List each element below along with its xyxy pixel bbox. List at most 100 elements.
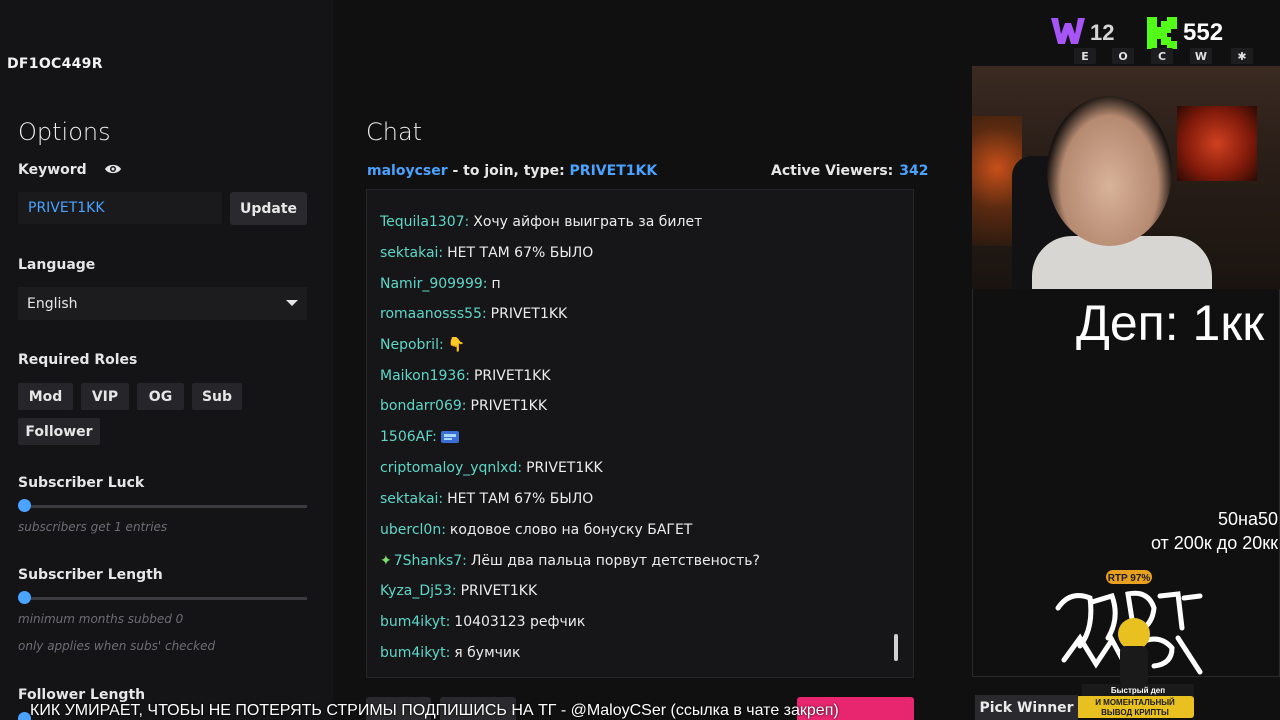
- chat-title: Chat: [366, 118, 423, 146]
- channel-code: DF1OC449R: [7, 56, 103, 72]
- nav-letter-c[interactable]: C: [1151, 48, 1173, 64]
- chat-username[interactable]: 1506AF:: [380, 429, 437, 445]
- logo-line-2: И МОМЕНТАЛЬНЫЙ: [1095, 698, 1175, 707]
- chat-text: PRIVET1KK: [490, 306, 568, 322]
- chat-username[interactable]: criptomaloy_yqnlxd:: [380, 460, 522, 476]
- subscriber-length-hint-2: only applies when subs' checked: [18, 639, 216, 653]
- chat-message: Kyza_Dj53: PRIVET1KK: [380, 583, 537, 599]
- chat-text: НЕТ ТАМ 67% БЫЛО: [447, 245, 594, 261]
- subscriber-luck-label: Subscriber Luck: [18, 475, 145, 491]
- role-mod-button[interactable]: Mod: [18, 383, 73, 410]
- chat-box[interactable]: Tequila1307: Хочу айфон выиграть за билет…: [366, 189, 914, 678]
- chat-message: ✦ 7Shanks7: Лёш два пальца порвут детствен…: [380, 553, 760, 569]
- nav-letter-e[interactable]: E: [1074, 48, 1096, 64]
- subscriber-luck-slider[interactable]: [24, 505, 307, 508]
- keyword-label: Keyword: [18, 162, 87, 178]
- chat-username[interactable]: bum4ikyt:: [380, 614, 450, 630]
- fireplace-screen: [1177, 106, 1257, 181]
- chat-message: Nepobril: 👇: [380, 337, 465, 353]
- k-count: 552: [1183, 19, 1224, 46]
- subscriber-luck-thumb[interactable]: [18, 499, 31, 512]
- keyword-input[interactable]: [18, 192, 222, 224]
- chat-message: Maikon1936: PRIVET1KK: [380, 368, 551, 384]
- chat-message: bum4ikyt: 10403123 рефчик: [380, 614, 585, 630]
- chat-message: bum4ikyt: я бумчик: [380, 645, 520, 661]
- streamer-face: [1047, 96, 1172, 246]
- chat-text: PRIVET1KK: [470, 398, 548, 414]
- chat-username[interactable]: Tequila1307:: [380, 214, 469, 230]
- required-roles-label: Required Roles: [18, 352, 138, 368]
- chat-text: Лёш два пальца порвут детственость?: [470, 553, 760, 569]
- eye-icon[interactable]: [104, 162, 122, 176]
- update-button[interactable]: Update: [230, 192, 307, 225]
- chat-username[interactable]: sektakai:: [380, 491, 443, 507]
- deposit-overlay-text: Деп: 1кк: [1076, 295, 1265, 351]
- viewers-label: Active Viewers:: [771, 163, 894, 179]
- nav-letter-w[interactable]: W: [1190, 48, 1212, 64]
- w-count: 12: [1090, 20, 1115, 45]
- subscriber-length-thumb[interactable]: [18, 591, 31, 604]
- chat-message: sektakai: НЕТ ТАМ 67% БЫЛО: [380, 245, 593, 261]
- language-select[interactable]: English: [18, 287, 307, 320]
- chat-text: PRIVET1KK: [526, 460, 603, 476]
- chat-text: 10403123 рефчик: [454, 614, 586, 630]
- chat-message: bondarr069: PRIVET1KK: [380, 398, 547, 414]
- chat-username[interactable]: Nepobril:: [380, 337, 444, 353]
- join-keyword: PRIVET1KK: [569, 163, 658, 179]
- role-sub-button[interactable]: Sub: [192, 383, 242, 410]
- chat-text: PRIVET1KK: [460, 583, 538, 599]
- options-title: Options: [18, 118, 111, 146]
- ticker-text: КИК УМИРАЕТ, ЧТОБЫ НЕ ПОТЕРЯТЬ СТРИМЫ ПО…: [30, 702, 839, 719]
- promo-line-2: от 200к до 20кк: [1150, 533, 1278, 553]
- chat-text: НЕТ ТАМ 67% БЫЛО: [447, 491, 594, 507]
- chat-username[interactable]: bondarr069:: [380, 398, 467, 414]
- streamer-name[interactable]: maloycser: [367, 163, 448, 179]
- emote-icon: [440, 431, 459, 443]
- promo-line-1: 50на50: [1218, 509, 1278, 529]
- role-follower-button[interactable]: Follower: [18, 418, 100, 445]
- nav-star-icon[interactable]: ✱: [1231, 48, 1253, 64]
- w-logo-icon: [1051, 18, 1085, 44]
- chat-message: ubercl0n: кодовое слово на бонуску БАГЕТ: [380, 522, 692, 538]
- logo-line-3: ВЫВОД КРИПТЫ: [1101, 708, 1169, 717]
- follower-length-label: Follower Length: [18, 687, 146, 703]
- chat-username[interactable]: romaanosss55:: [380, 306, 487, 322]
- chat-username[interactable]: Namir_909999:: [380, 276, 488, 292]
- chat-username[interactable]: Maikon1936:: [380, 368, 470, 384]
- subscriber-luck-hint: subscribers get 1 entries: [18, 520, 168, 534]
- active-viewers: Active Viewers: 342: [771, 163, 929, 179]
- chat-text: 👇: [447, 337, 466, 353]
- chat-username[interactable]: sektakai:: [380, 245, 443, 261]
- chat-text: Хочу айфон выиграть за билет: [473, 214, 703, 230]
- role-og-button[interactable]: OG: [137, 383, 184, 410]
- chat-message: criptomaloy_yqnlxd: PRIVET1KK: [380, 460, 603, 476]
- logo-rtp: RTP 97%: [1108, 573, 1151, 584]
- nav-letter-o[interactable]: O: [1112, 48, 1134, 64]
- chat-text: кодовое слово на бонуску БАГЕТ: [449, 522, 693, 538]
- language-value: English: [27, 295, 78, 312]
- language-label: Language: [18, 257, 96, 273]
- chat-text: я бумчик: [454, 645, 521, 661]
- chat-scrollbar[interactable]: [894, 634, 898, 661]
- chat-message: romaanosss55: PRIVET1KK: [380, 306, 567, 322]
- chat-username[interactable]: 7Shanks7:: [394, 553, 467, 569]
- pick-winner-button[interactable]: Pick Winner: [975, 695, 1078, 720]
- chat-message: 1506AF:: [380, 429, 459, 445]
- sparkle-icon: ✦: [380, 553, 392, 569]
- role-vip-button[interactable]: VIP: [81, 383, 129, 410]
- viewers-count: 342: [899, 163, 929, 179]
- kick-logo-icon: [1147, 17, 1177, 49]
- chat-message: sektakai: НЕТ ТАМ 67% БЫЛО: [380, 491, 593, 507]
- join-text: - to join, type:: [447, 163, 570, 179]
- subscriber-length-label: Subscriber Length: [18, 567, 163, 583]
- chevron-down-icon: [286, 300, 298, 306]
- chat-message: Tequila1307: Хочу айфон выиграть за билет: [380, 214, 702, 230]
- subscriber-length-slider[interactable]: [24, 597, 307, 600]
- chat-text: PRIVET1KK: [473, 368, 551, 384]
- chat-text: п: [491, 276, 501, 292]
- chat-username[interactable]: bum4ikyt:: [380, 645, 450, 661]
- chat-message: Namir_909999: п: [380, 276, 501, 292]
- chat-username[interactable]: Kyza_Dj53:: [380, 583, 457, 599]
- chat-join-info: maloycser - to join, type: PRIVET1KK: [367, 163, 657, 179]
- chat-username[interactable]: ubercl0n:: [380, 522, 446, 538]
